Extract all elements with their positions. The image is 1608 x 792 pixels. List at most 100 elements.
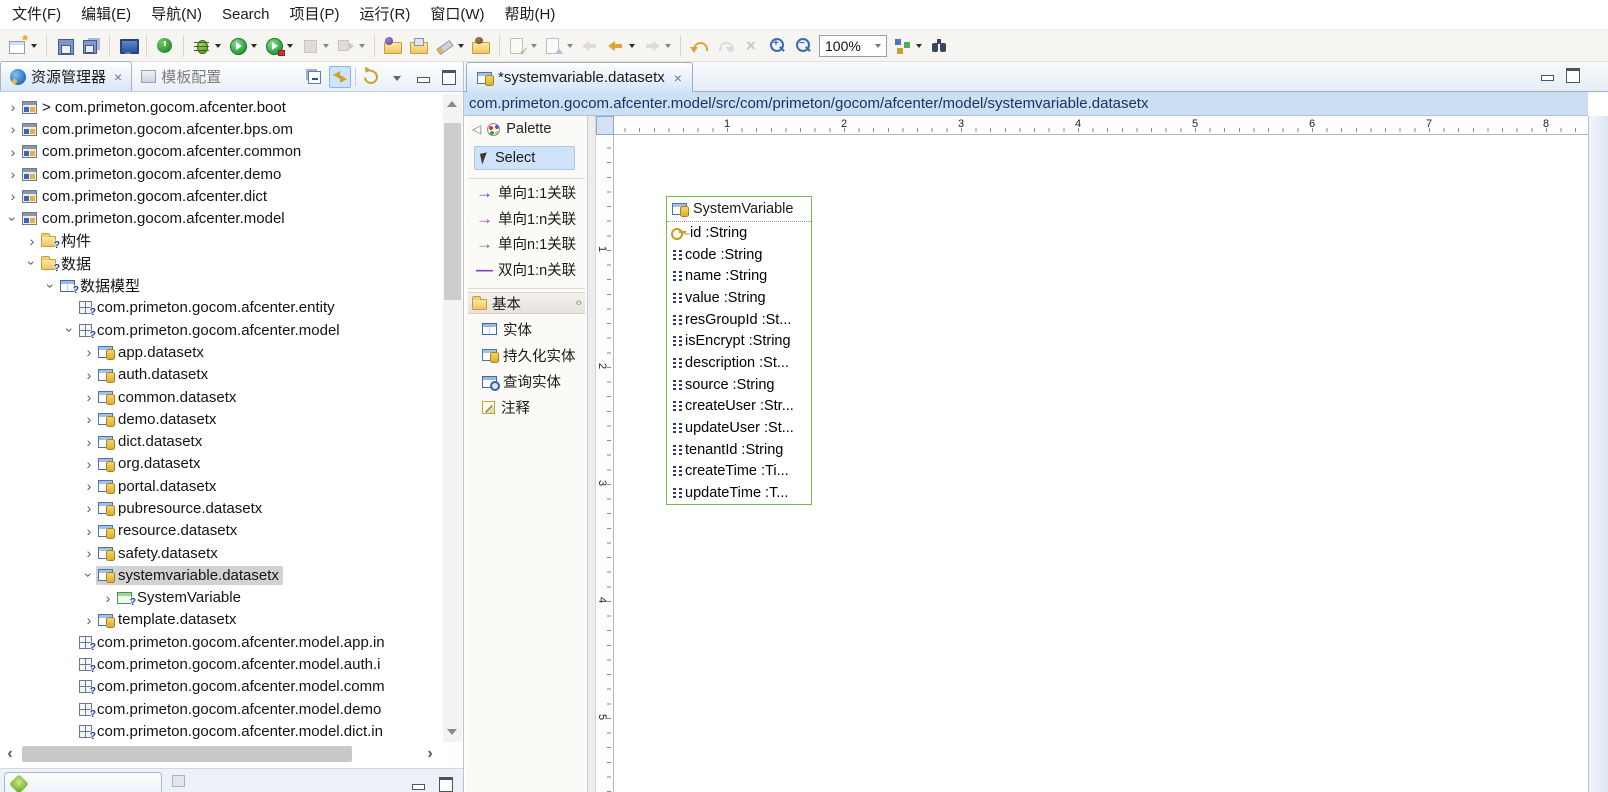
palette-collapse-icon[interactable]: ◁ (472, 122, 481, 136)
chevron-right-icon[interactable]: › (82, 613, 96, 627)
dropdown-arrow-icon[interactable] (287, 44, 293, 51)
undo-button[interactable] (687, 33, 711, 59)
auto-layout-button[interactable] (891, 33, 925, 59)
tree-row-13[interactable]: ›auth.datasetx (0, 364, 440, 386)
dropdown-arrow-icon[interactable] (323, 44, 329, 51)
palette-item-2[interactable]: 持久化实体 (482, 342, 585, 368)
tree-row-5[interactable]: ›com.primeton.gocom.afcenter.dict (0, 185, 440, 207)
scrollbar-track[interactable] (18, 746, 422, 762)
tree-row-26[interactable]: ›com.primeton.gocom.afcenter.model.auth.… (0, 653, 440, 675)
tree-horizontal-scrollbar[interactable]: ‹ › (2, 744, 438, 764)
tree-row-19[interactable]: ›pubresource.datasetx (0, 497, 440, 519)
chevron-right-icon[interactable]: › (6, 145, 20, 159)
close-icon[interactable]: × (114, 70, 122, 84)
menu-item-2[interactable]: 编辑(E) (71, 0, 141, 29)
menu-item-7[interactable]: 窗口(W) (420, 0, 494, 29)
entity-field-5[interactable]: resGroupId :St... (667, 309, 811, 331)
server-start-button[interactable] (153, 33, 177, 59)
new-wizard-button[interactable] (6, 33, 40, 59)
palette-tool-connection-1[interactable]: →单向1:1关联 (476, 180, 585, 205)
tree-row-24[interactable]: ›template.datasetx (0, 609, 440, 631)
delete-button[interactable]: × (739, 33, 763, 59)
chevron-right-icon[interactable]: › (6, 189, 20, 203)
palette-tool-connection-3[interactable]: →单向n:1关联 (476, 231, 585, 256)
palette-header[interactable]: ◁ Palette (466, 116, 587, 142)
zoom-level-combo[interactable]: 100% (819, 35, 887, 57)
chevron-right-icon[interactable]: › (6, 122, 20, 136)
import-button[interactable] (381, 33, 405, 59)
tree-row-7[interactable]: ›构件 (0, 230, 440, 252)
chevron-right-icon[interactable]: › (82, 435, 96, 449)
chevron-down-icon[interactable]: › (25, 256, 39, 270)
back-history-button[interactable] (604, 33, 638, 59)
bottom-view-tab[interactable] (4, 772, 162, 792)
console-button[interactable] (116, 33, 140, 59)
export-button[interactable] (407, 33, 431, 59)
menu-item-3[interactable]: 导航(N) (141, 0, 212, 29)
bottom-view-tab-2[interactable] (172, 775, 185, 787)
close-icon[interactable]: × (674, 71, 682, 85)
maximize-icon[interactable] (435, 773, 457, 792)
tree-row-2[interactable]: ›com.primeton.gocom.afcenter.bps.om (0, 118, 440, 140)
chevron-right-icon[interactable]: › (82, 345, 96, 359)
diagram-canvas[interactable]: SystemVariable id :Stringcode :Stringnam… (614, 135, 1588, 792)
chevron-right-icon[interactable]: › (82, 479, 96, 493)
link-with-editor-icon[interactable] (329, 66, 351, 88)
scrollbar-thumb[interactable] (444, 123, 461, 300)
last-edit-location-button[interactable] (578, 33, 602, 59)
chevron-right-icon[interactable]: › (82, 546, 96, 560)
tree-row-1[interactable]: ›> com.primeton.gocom.afcenter.boot (0, 96, 440, 118)
palette-item-1[interactable]: 实体 (482, 316, 585, 342)
save-button[interactable] (53, 33, 77, 59)
entity-header[interactable]: SystemVariable (667, 197, 811, 222)
palette-splitter[interactable] (588, 116, 596, 792)
collapse-all-icon[interactable] (303, 66, 325, 88)
open-resource-button[interactable] (469, 33, 493, 59)
entity-field-11[interactable]: tenantId :String (667, 439, 811, 461)
tree-vertical-scrollbar[interactable] (443, 94, 462, 742)
refresh-icon[interactable] (360, 66, 382, 88)
dropdown-arrow-icon[interactable] (629, 44, 635, 51)
run-button[interactable] (226, 33, 260, 59)
chevron-right-icon[interactable]: › (82, 501, 96, 515)
tree-row-3[interactable]: ›com.primeton.gocom.afcenter.common (0, 141, 440, 163)
dropdown-arrow-icon[interactable] (916, 44, 922, 51)
entity-field-1[interactable]: id :String (667, 222, 811, 244)
select-tool[interactable]: Select (474, 146, 575, 170)
scroll-up-icon[interactable] (447, 101, 457, 107)
chevron-right-icon[interactable]: › (82, 390, 96, 404)
dropdown-arrow-icon[interactable] (665, 44, 671, 51)
coverage-button[interactable] (262, 33, 296, 59)
menu-item-1[interactable]: 文件(F) (2, 0, 71, 29)
entity-field-6[interactable]: isEncrypt :String (667, 330, 811, 352)
minimize-icon[interactable] (412, 66, 434, 88)
tree-row-25[interactable]: ›com.primeton.gocom.afcenter.model.app.i… (0, 631, 440, 653)
menu-item-8[interactable]: 帮助(H) (495, 0, 566, 29)
chevron-right-icon[interactable]: › (6, 167, 20, 181)
scroll-down-icon[interactable] (447, 729, 457, 735)
chevron-right-icon[interactable]: › (82, 524, 96, 538)
pin-icon[interactable]: ‹› (576, 297, 581, 309)
dropdown-arrow-icon[interactable] (458, 44, 464, 51)
tree-row-27[interactable]: ›com.primeton.gocom.afcenter.model.comm (0, 676, 440, 698)
dropdown-arrow-icon[interactable] (215, 44, 221, 51)
palette-tool-connection-2[interactable]: →单向1:n关联 (476, 206, 585, 231)
tree-row-16[interactable]: ›dict.datasetx (0, 430, 440, 452)
explorer-tab-1[interactable]: 资源管理器× (0, 61, 132, 91)
tree-row-21[interactable]: ›safety.datasetx (0, 542, 440, 564)
validate-button[interactable] (506, 33, 540, 59)
tree-row-12[interactable]: ›app.datasetx (0, 341, 440, 363)
scroll-right-icon[interactable]: › (422, 746, 438, 762)
zoom-in-button[interactable]: + (765, 33, 789, 59)
tree-row-20[interactable]: ›resource.datasetx (0, 520, 440, 542)
entity-field-7[interactable]: description :St... (667, 352, 811, 374)
chevron-down-icon[interactable]: › (63, 323, 77, 337)
dropdown-arrow-icon[interactable] (567, 44, 573, 51)
entity-field-9[interactable]: createUser :Str... (667, 396, 811, 418)
entity-systemvariable[interactable]: SystemVariable id :Stringcode :Stringnam… (666, 196, 812, 505)
tree-row-6[interactable]: ›com.primeton.gocom.afcenter.model (0, 207, 440, 229)
search-button[interactable] (927, 33, 951, 59)
tree-row-14[interactable]: ›common.datasetx (0, 386, 440, 408)
dropdown-arrow-icon[interactable] (251, 44, 257, 51)
tree-row-22[interactable]: ›systemvariable.datasetx (0, 564, 440, 586)
